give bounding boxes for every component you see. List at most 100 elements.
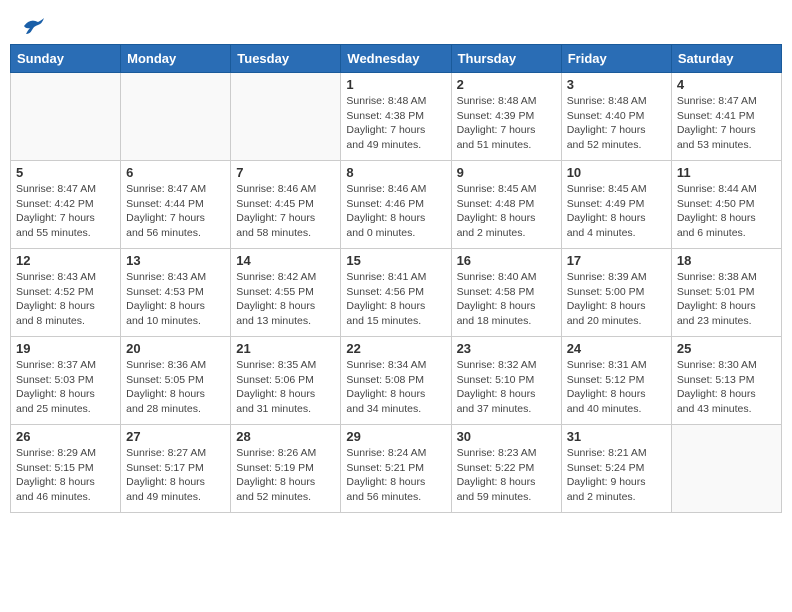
day-info: Sunrise: 8:46 AM Sunset: 4:46 PM Dayligh… (346, 182, 445, 241)
week-row-1: 1 Sunrise: 8:48 AM Sunset: 4:38 PM Daylig… (11, 73, 782, 161)
day-info: Sunrise: 8:44 AM Sunset: 4:50 PM Dayligh… (677, 182, 776, 241)
day-number: 24 (567, 341, 666, 356)
week-row-4: 19Sunrise: 8:37 AM Sunset: 5:03 PM Dayli… (11, 337, 782, 425)
day-info: Sunrise: 8:38 AM Sunset: 5:01 PM Dayligh… (677, 270, 776, 329)
day-info: Sunrise: 8:34 AM Sunset: 5:08 PM Dayligh… (346, 358, 445, 417)
day-number: 5 (16, 165, 115, 180)
day-cell: 3 Sunrise: 8:48 AM Sunset: 4:40 PM Daylig… (561, 73, 671, 161)
day-cell: 22 Sunrise: 8:34 AM Sunset: 5:08 PM Dayli… (341, 337, 451, 425)
day-number: 4 (677, 77, 776, 92)
day-number: 15 (346, 253, 445, 268)
day-cell: 13 Sunrise: 8:43 AM Sunset: 4:53 PM Dayli… (121, 249, 231, 337)
day-cell: 5Sunrise: 8:47 AM Sunset: 4:42 PM Daylig… (11, 161, 121, 249)
weekday-header-wednesday: Wednesday (341, 45, 451, 73)
day-cell: 11Sunrise: 8:44 AM Sunset: 4:50 PM Dayli… (671, 161, 781, 249)
day-info: Sunrise: 8:48 AM Sunset: 4:39 PM Dayligh… (457, 94, 556, 153)
day-cell: 12Sunrise: 8:43 AM Sunset: 4:52 PM Dayli… (11, 249, 121, 337)
day-info: Sunrise: 8:39 AM Sunset: 5:00 PM Dayligh… (567, 270, 666, 329)
day-cell: 15 Sunrise: 8:41 AM Sunset: 4:56 PM Dayli… (341, 249, 451, 337)
day-info: Sunrise: 8:43 AM Sunset: 4:52 PM Dayligh… (16, 270, 115, 329)
day-info: Sunrise: 8:48 AM Sunset: 4:38 PM Dayligh… (346, 94, 445, 153)
day-info: Sunrise: 8:21 AM Sunset: 5:24 PM Dayligh… (567, 446, 666, 505)
day-number: 16 (457, 253, 556, 268)
day-number: 8 (346, 165, 445, 180)
day-number: 22 (346, 341, 445, 356)
day-info: Sunrise: 8:26 AM Sunset: 5:19 PM Dayligh… (236, 446, 335, 505)
day-cell (231, 73, 341, 161)
day-cell (671, 425, 781, 513)
calendar-header: SundayMondayTuesdayWednesdayThursdayFrid… (11, 45, 782, 73)
day-info: Sunrise: 8:35 AM Sunset: 5:06 PM Dayligh… (236, 358, 335, 417)
day-number: 14 (236, 253, 335, 268)
day-info: Sunrise: 8:43 AM Sunset: 4:53 PM Dayligh… (126, 270, 225, 329)
weekday-row: SundayMondayTuesdayWednesdayThursdayFrid… (11, 45, 782, 73)
day-number: 18 (677, 253, 776, 268)
day-info: Sunrise: 8:32 AM Sunset: 5:10 PM Dayligh… (457, 358, 556, 417)
day-info: Sunrise: 8:45 AM Sunset: 4:48 PM Dayligh… (457, 182, 556, 241)
day-cell: 7 Sunrise: 8:46 AM Sunset: 4:45 PM Daylig… (231, 161, 341, 249)
day-cell: 27Sunrise: 8:27 AM Sunset: 5:17 PM Dayli… (121, 425, 231, 513)
day-number: 2 (457, 77, 556, 92)
day-info: Sunrise: 8:42 AM Sunset: 4:55 PM Dayligh… (236, 270, 335, 329)
day-number: 13 (126, 253, 225, 268)
page-header (0, 0, 792, 44)
day-info: Sunrise: 8:47 AM Sunset: 4:44 PM Dayligh… (126, 182, 225, 241)
day-number: 29 (346, 429, 445, 444)
day-cell: 31 Sunrise: 8:21 AM Sunset: 5:24 PM Dayli… (561, 425, 671, 513)
day-info: Sunrise: 8:37 AM Sunset: 5:03 PM Dayligh… (16, 358, 115, 417)
day-info: Sunrise: 8:41 AM Sunset: 4:56 PM Dayligh… (346, 270, 445, 329)
day-cell: 20Sunrise: 8:36 AM Sunset: 5:05 PM Dayli… (121, 337, 231, 425)
day-info: Sunrise: 8:47 AM Sunset: 4:41 PM Dayligh… (677, 94, 776, 153)
day-info: Sunrise: 8:24 AM Sunset: 5:21 PM Dayligh… (346, 446, 445, 505)
day-cell: 9 Sunrise: 8:45 AM Sunset: 4:48 PM Daylig… (451, 161, 561, 249)
day-number: 7 (236, 165, 335, 180)
calendar-table: SundayMondayTuesdayWednesdayThursdayFrid… (10, 44, 782, 513)
weekday-header-tuesday: Tuesday (231, 45, 341, 73)
day-number: 20 (126, 341, 225, 356)
day-info: Sunrise: 8:48 AM Sunset: 4:40 PM Dayligh… (567, 94, 666, 153)
weekday-header-saturday: Saturday (671, 45, 781, 73)
weekday-header-friday: Friday (561, 45, 671, 73)
calendar-wrapper: SundayMondayTuesdayWednesdayThursdayFrid… (0, 44, 792, 523)
day-cell: 18 Sunrise: 8:38 AM Sunset: 5:01 PM Dayli… (671, 249, 781, 337)
day-cell: 29 Sunrise: 8:24 AM Sunset: 5:21 PM Dayli… (341, 425, 451, 513)
week-row-3: 12Sunrise: 8:43 AM Sunset: 4:52 PM Dayli… (11, 249, 782, 337)
day-info: Sunrise: 8:30 AM Sunset: 5:13 PM Dayligh… (677, 358, 776, 417)
day-number: 31 (567, 429, 666, 444)
day-number: 25 (677, 341, 776, 356)
day-number: 27 (126, 429, 225, 444)
day-cell: 1 Sunrise: 8:48 AM Sunset: 4:38 PM Daylig… (341, 73, 451, 161)
day-info: Sunrise: 8:31 AM Sunset: 5:12 PM Dayligh… (567, 358, 666, 417)
day-info: Sunrise: 8:46 AM Sunset: 4:45 PM Dayligh… (236, 182, 335, 241)
day-number: 6 (126, 165, 225, 180)
day-cell: 26 Sunrise: 8:29 AM Sunset: 5:15 PM Dayli… (11, 425, 121, 513)
day-number: 1 (346, 77, 445, 92)
day-number: 3 (567, 77, 666, 92)
day-cell: 17 Sunrise: 8:39 AM Sunset: 5:00 PM Dayli… (561, 249, 671, 337)
day-cell: 24 Sunrise: 8:31 AM Sunset: 5:12 PM Dayli… (561, 337, 671, 425)
day-number: 9 (457, 165, 556, 180)
day-info: Sunrise: 8:45 AM Sunset: 4:49 PM Dayligh… (567, 182, 666, 241)
day-number: 28 (236, 429, 335, 444)
weekday-header-sunday: Sunday (11, 45, 121, 73)
day-cell: 23Sunrise: 8:32 AM Sunset: 5:10 PM Dayli… (451, 337, 561, 425)
week-row-2: 5Sunrise: 8:47 AM Sunset: 4:42 PM Daylig… (11, 161, 782, 249)
day-cell: 2 Sunrise: 8:48 AM Sunset: 4:39 PM Daylig… (451, 73, 561, 161)
weekday-header-thursday: Thursday (451, 45, 561, 73)
weekday-header-monday: Monday (121, 45, 231, 73)
day-cell: 10Sunrise: 8:45 AM Sunset: 4:49 PM Dayli… (561, 161, 671, 249)
day-cell: 4 Sunrise: 8:47 AM Sunset: 4:41 PM Daylig… (671, 73, 781, 161)
day-info: Sunrise: 8:23 AM Sunset: 5:22 PM Dayligh… (457, 446, 556, 505)
day-number: 21 (236, 341, 335, 356)
day-number: 17 (567, 253, 666, 268)
calendar-body: 1 Sunrise: 8:48 AM Sunset: 4:38 PM Daylig… (11, 73, 782, 513)
day-cell: 21 Sunrise: 8:35 AM Sunset: 5:06 PM Dayli… (231, 337, 341, 425)
day-cell (121, 73, 231, 161)
day-cell: 14 Sunrise: 8:42 AM Sunset: 4:55 PM Dayli… (231, 249, 341, 337)
day-info: Sunrise: 8:29 AM Sunset: 5:15 PM Dayligh… (16, 446, 115, 505)
day-cell: 16Sunrise: 8:40 AM Sunset: 4:58 PM Dayli… (451, 249, 561, 337)
logo (20, 16, 46, 36)
day-cell: 28 Sunrise: 8:26 AM Sunset: 5:19 PM Dayli… (231, 425, 341, 513)
day-number: 26 (16, 429, 115, 444)
day-cell: 6 Sunrise: 8:47 AM Sunset: 4:44 PM Daylig… (121, 161, 231, 249)
